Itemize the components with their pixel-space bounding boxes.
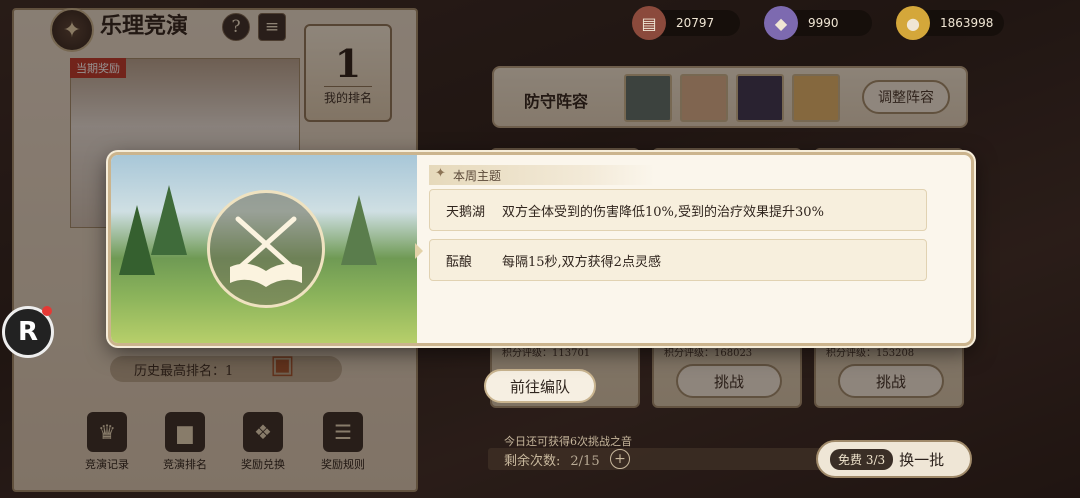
tree-shape [151, 185, 187, 255]
currency-value: 1863998 [940, 16, 994, 30]
theme-scenery-image [111, 155, 417, 343]
remain-value: 2/15 [570, 454, 600, 469]
goto-formation-button[interactable]: 前往编队 [484, 369, 596, 403]
gem-icon: ◆ [764, 6, 798, 40]
rule-row: 酝酿 每隔15秒,双方获得2点灵感 [429, 239, 927, 281]
refresh-opponents-button[interactable]: 免费 3/3 换一批 [816, 440, 972, 478]
arrow-marker [415, 243, 423, 259]
free-refresh-badge: 免费 3/3 [830, 448, 894, 470]
daily-note: 今日还可获得6次挑战之音 [504, 435, 632, 448]
coin-icon: ● [896, 6, 930, 40]
tree-shape [119, 205, 155, 275]
crossed-batons-book-icon [207, 190, 325, 308]
tree-shape [341, 195, 377, 265]
remaining-attempts-bar: 剩余次数: 2/15 + [488, 448, 828, 470]
notification-dot [42, 306, 52, 316]
currency-book: ▤ 20797 [632, 6, 740, 40]
star-icon: ✦ [435, 166, 446, 181]
currency-value: 9990 [808, 16, 839, 30]
book-icon: ▤ [632, 6, 666, 40]
rule-name: 天鹅湖 [446, 204, 486, 220]
currency-gem: ◆ 9990 [764, 6, 872, 40]
currency-value: 20797 [676, 16, 715, 30]
remain-label: 剩余次数: [504, 454, 561, 469]
rule-row: 天鹅湖 双方全体受到的伤害降低10%,受到的治疗效果提升30% [429, 189, 927, 231]
weekly-theme-modal: ✦ 本周主题 天鹅湖 双方全体受到的伤害降低10%,受到的治疗效果提升30% 酝… [108, 152, 974, 346]
add-attempts-button[interactable]: + [610, 449, 630, 469]
rule-name: 酝酿 [446, 254, 473, 270]
currency-coin: ● 1863998 [896, 6, 1004, 40]
refresh-label: 换一批 [899, 450, 945, 469]
week-theme-label: 本周主题 [453, 169, 502, 183]
week-theme-header: ✦ 本周主题 [429, 165, 655, 185]
rule-desc: 每隔15秒,双方获得2点灵感 [502, 254, 661, 270]
rule-desc: 双方全体受到的伤害降低10%,受到的治疗效果提升30% [502, 204, 824, 220]
